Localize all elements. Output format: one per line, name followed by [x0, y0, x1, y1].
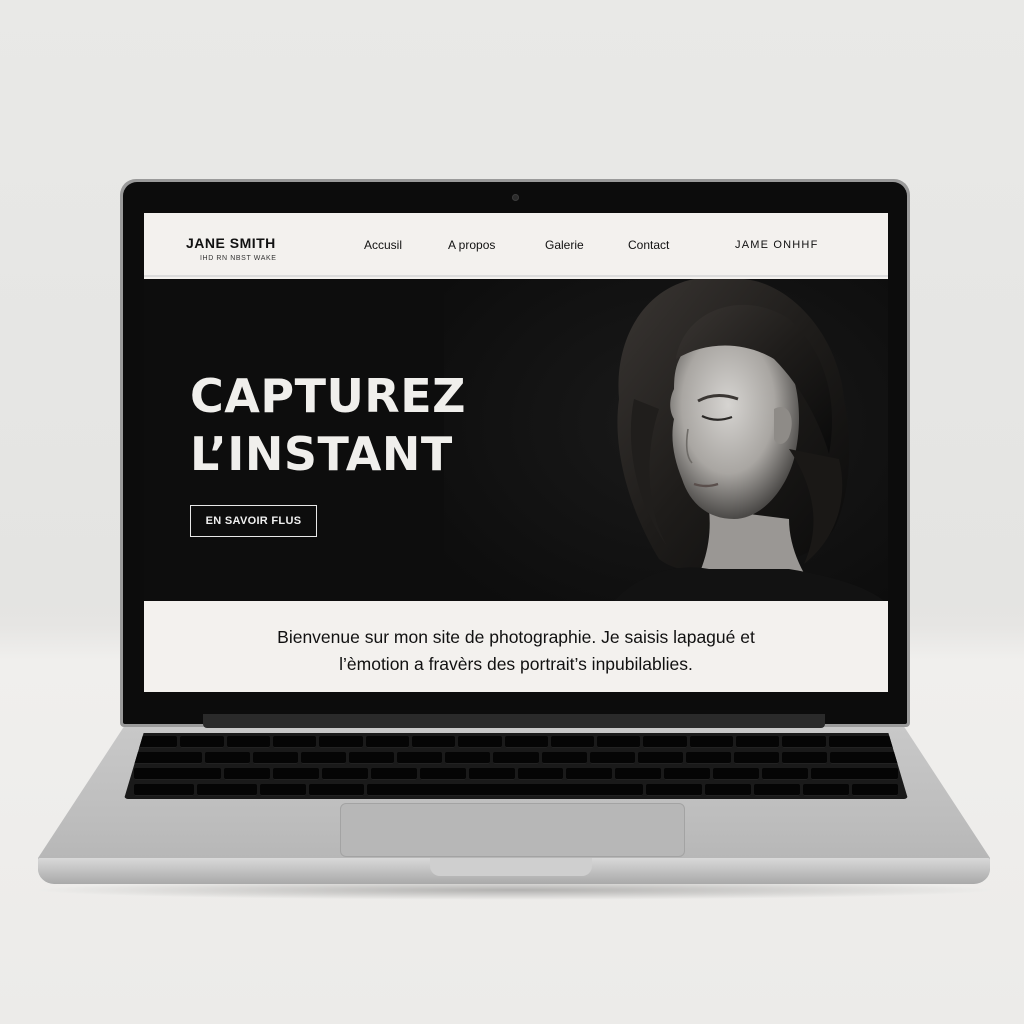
hero-title-line-1: CAPTUREZ: [190, 369, 467, 423]
portrait-photo: [444, 279, 888, 601]
keyboard[interactable]: [124, 733, 908, 799]
brand-tagline: IHD RN NBST WAKE: [200, 255, 277, 262]
hero-section: CAPTUREZ L’INSTANT EN SAVOIR FLUS: [144, 279, 888, 601]
webcam-icon: [512, 194, 519, 201]
intro-text-line-1: Bienvenue sur mon site de photographie. …: [277, 627, 755, 647]
nav-link-contact[interactable]: Contact: [628, 238, 669, 252]
laptop-hinge: [203, 714, 825, 728]
trackpad[interactable]: [340, 803, 685, 857]
nav-link-galerie[interactable]: Galerie: [545, 238, 584, 252]
brand-name[interactable]: JANE SMITH: [186, 235, 276, 251]
intro-text-line-2: l’èmotion a fravèrs des portrait’s inpub…: [339, 654, 693, 674]
learn-more-button[interactable]: EN SAVOIR FLUS: [190, 505, 317, 537]
site-header: JANE SMITH IHD RN NBST WAKE Accusil A pr…: [144, 213, 888, 277]
nav-right-label[interactable]: JAME ONHHF: [735, 239, 819, 251]
hero-title: CAPTUREZ L’INSTANT: [190, 367, 466, 483]
hero-title-line-2: L’INSTANT: [190, 427, 453, 481]
lid-notch: [430, 858, 592, 876]
nav-link-accueil[interactable]: Accusil: [364, 238, 402, 252]
nav-link-a-propos[interactable]: A propos: [448, 238, 495, 252]
browser-screen: JANE SMITH IHD RN NBST WAKE Accusil A pr…: [144, 213, 888, 692]
intro-section: Bienvenue sur mon site de photographie. …: [144, 603, 888, 692]
